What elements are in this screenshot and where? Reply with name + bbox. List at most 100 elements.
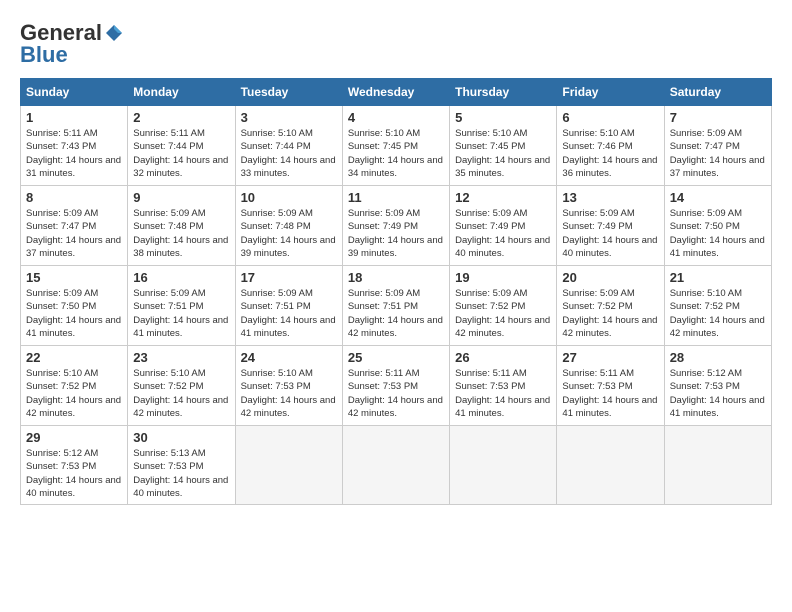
calendar-cell: 12 Sunrise: 5:09 AMSunset: 7:49 PMDayligh…: [450, 186, 557, 266]
logo-icon: [104, 23, 124, 43]
calendar-row-4: 22 Sunrise: 5:10 AMSunset: 7:52 PMDayligh…: [21, 346, 772, 426]
weekday-header-monday: Monday: [128, 79, 235, 106]
day-info: Sunrise: 5:11 AMSunset: 7:53 PMDaylight:…: [348, 367, 444, 420]
calendar-cell: [450, 426, 557, 505]
calendar-cell: 3 Sunrise: 5:10 AMSunset: 7:44 PMDaylight…: [235, 106, 342, 186]
day-info: Sunrise: 5:09 AMSunset: 7:48 PMDaylight:…: [241, 207, 337, 260]
day-info: Sunrise: 5:09 AMSunset: 7:47 PMDaylight:…: [670, 127, 766, 180]
calendar-cell: 4 Sunrise: 5:10 AMSunset: 7:45 PMDaylight…: [342, 106, 449, 186]
day-info: Sunrise: 5:11 AMSunset: 7:53 PMDaylight:…: [455, 367, 551, 420]
calendar-cell: 25Sunrise: 5:11 AMSunset: 7:53 PMDayligh…: [342, 346, 449, 426]
day-number: 9: [133, 190, 229, 205]
calendar-cell: [557, 426, 664, 505]
day-number: 5: [455, 110, 551, 125]
calendar-cell: 11 Sunrise: 5:09 AMSunset: 7:49 PMDayligh…: [342, 186, 449, 266]
calendar-cell: 26 Sunrise: 5:11 AMSunset: 7:53 PMDayligh…: [450, 346, 557, 426]
day-number: 3: [241, 110, 337, 125]
day-info: Sunrise: 5:09 AMSunset: 7:51 PMDaylight:…: [348, 287, 444, 340]
day-number: 24: [241, 350, 337, 365]
weekday-header-friday: Friday: [557, 79, 664, 106]
day-info: Sunrise: 5:13 AMSunset: 7:53 PMDaylight:…: [133, 447, 229, 500]
calendar-cell: 20 Sunrise: 5:09 AMSunset: 7:52 PMDayligh…: [557, 266, 664, 346]
day-number: 1: [26, 110, 122, 125]
calendar-row-5: 29 Sunrise: 5:12 AMSunset: 7:53 PMDayligh…: [21, 426, 772, 505]
day-number: 7: [670, 110, 766, 125]
day-info: Sunrise: 5:12 AMSunset: 7:53 PMDaylight:…: [26, 447, 122, 500]
calendar-cell: [342, 426, 449, 505]
day-info: Sunrise: 5:10 AMSunset: 7:53 PMDaylight:…: [241, 367, 337, 420]
day-number: 15: [26, 270, 122, 285]
day-number: 10: [241, 190, 337, 205]
calendar-cell: 14Sunrise: 5:09 AMSunset: 7:50 PMDayligh…: [664, 186, 771, 266]
weekday-header-wednesday: Wednesday: [342, 79, 449, 106]
day-number: 23: [133, 350, 229, 365]
day-info: Sunrise: 5:09 AMSunset: 7:49 PMDaylight:…: [562, 207, 658, 260]
day-info: Sunrise: 5:09 AMSunset: 7:52 PMDaylight:…: [562, 287, 658, 340]
day-number: 14: [670, 190, 766, 205]
calendar-row-1: 1 Sunrise: 5:11 AMSunset: 7:43 PMDaylight…: [21, 106, 772, 186]
day-number: 26: [455, 350, 551, 365]
day-info: Sunrise: 5:10 AMSunset: 7:44 PMDaylight:…: [241, 127, 337, 180]
calendar-cell: 8Sunrise: 5:09 AMSunset: 7:47 PMDaylight…: [21, 186, 128, 266]
calendar-table: SundayMondayTuesdayWednesdayThursdayFrid…: [20, 78, 772, 505]
page-header: General Blue: [20, 20, 772, 68]
calendar-cell: 2Sunrise: 5:11 AMSunset: 7:44 PMDaylight…: [128, 106, 235, 186]
day-info: Sunrise: 5:10 AMSunset: 7:52 PMDaylight:…: [133, 367, 229, 420]
calendar-cell: 7 Sunrise: 5:09 AMSunset: 7:47 PMDaylight…: [664, 106, 771, 186]
calendar-cell: 29 Sunrise: 5:12 AMSunset: 7:53 PMDayligh…: [21, 426, 128, 505]
calendar-row-3: 15 Sunrise: 5:09 AMSunset: 7:50 PMDayligh…: [21, 266, 772, 346]
calendar-cell: [235, 426, 342, 505]
calendar-cell: 28 Sunrise: 5:12 AMSunset: 7:53 PMDayligh…: [664, 346, 771, 426]
day-info: Sunrise: 5:11 AMSunset: 7:44 PMDaylight:…: [133, 127, 229, 180]
calendar-cell: 27Sunrise: 5:11 AMSunset: 7:53 PMDayligh…: [557, 346, 664, 426]
day-info: Sunrise: 5:09 AMSunset: 7:49 PMDaylight:…: [348, 207, 444, 260]
day-number: 11: [348, 190, 444, 205]
day-info: Sunrise: 5:09 AMSunset: 7:52 PMDaylight:…: [455, 287, 551, 340]
calendar-cell: 18 Sunrise: 5:09 AMSunset: 7:51 PMDayligh…: [342, 266, 449, 346]
calendar-cell: 30Sunrise: 5:13 AMSunset: 7:53 PMDayligh…: [128, 426, 235, 505]
calendar-cell: 5 Sunrise: 5:10 AMSunset: 7:45 PMDaylight…: [450, 106, 557, 186]
calendar-cell: 21Sunrise: 5:10 AMSunset: 7:52 PMDayligh…: [664, 266, 771, 346]
day-number: 22: [26, 350, 122, 365]
day-number: 17: [241, 270, 337, 285]
calendar-cell: 19 Sunrise: 5:09 AMSunset: 7:52 PMDayligh…: [450, 266, 557, 346]
day-info: Sunrise: 5:11 AMSunset: 7:43 PMDaylight:…: [26, 127, 122, 180]
logo: General Blue: [20, 20, 124, 68]
day-number: 29: [26, 430, 122, 445]
day-info: Sunrise: 5:10 AMSunset: 7:45 PMDaylight:…: [348, 127, 444, 180]
calendar-cell: 10 Sunrise: 5:09 AMSunset: 7:48 PMDayligh…: [235, 186, 342, 266]
day-number: 12: [455, 190, 551, 205]
calendar-cell: 15 Sunrise: 5:09 AMSunset: 7:50 PMDayligh…: [21, 266, 128, 346]
day-info: Sunrise: 5:09 AMSunset: 7:51 PMDaylight:…: [241, 287, 337, 340]
calendar-cell: 22 Sunrise: 5:10 AMSunset: 7:52 PMDayligh…: [21, 346, 128, 426]
day-info: Sunrise: 5:09 AMSunset: 7:50 PMDaylight:…: [26, 287, 122, 340]
calendar-cell: 9 Sunrise: 5:09 AMSunset: 7:48 PMDaylight…: [128, 186, 235, 266]
day-number: 18: [348, 270, 444, 285]
day-info: Sunrise: 5:10 AMSunset: 7:52 PMDaylight:…: [26, 367, 122, 420]
calendar-cell: 6Sunrise: 5:10 AMSunset: 7:46 PMDaylight…: [557, 106, 664, 186]
day-number: 13: [562, 190, 658, 205]
day-info: Sunrise: 5:09 AMSunset: 7:49 PMDaylight:…: [455, 207, 551, 260]
calendar-cell: 13 Sunrise: 5:09 AMSunset: 7:49 PMDayligh…: [557, 186, 664, 266]
weekday-header-thursday: Thursday: [450, 79, 557, 106]
day-info: Sunrise: 5:11 AMSunset: 7:53 PMDaylight:…: [562, 367, 658, 420]
day-number: 19: [455, 270, 551, 285]
calendar-cell: 17 Sunrise: 5:09 AMSunset: 7:51 PMDayligh…: [235, 266, 342, 346]
day-info: Sunrise: 5:09 AMSunset: 7:48 PMDaylight:…: [133, 207, 229, 260]
day-info: Sunrise: 5:09 AMSunset: 7:51 PMDaylight:…: [133, 287, 229, 340]
day-info: Sunrise: 5:12 AMSunset: 7:53 PMDaylight:…: [670, 367, 766, 420]
day-number: 21: [670, 270, 766, 285]
weekday-header-tuesday: Tuesday: [235, 79, 342, 106]
day-number: 4: [348, 110, 444, 125]
calendar-cell: 1 Sunrise: 5:11 AMSunset: 7:43 PMDaylight…: [21, 106, 128, 186]
weekday-header-row: SundayMondayTuesdayWednesdayThursdayFrid…: [21, 79, 772, 106]
calendar-row-2: 8Sunrise: 5:09 AMSunset: 7:47 PMDaylight…: [21, 186, 772, 266]
day-number: 8: [26, 190, 122, 205]
calendar-cell: [664, 426, 771, 505]
day-info: Sunrise: 5:10 AMSunset: 7:45 PMDaylight:…: [455, 127, 551, 180]
calendar-cell: 16Sunrise: 5:09 AMSunset: 7:51 PMDayligh…: [128, 266, 235, 346]
calendar-cell: 23 Sunrise: 5:10 AMSunset: 7:52 PMDayligh…: [128, 346, 235, 426]
day-number: 20: [562, 270, 658, 285]
logo-blue-text: Blue: [20, 42, 68, 68]
day-number: 28: [670, 350, 766, 365]
